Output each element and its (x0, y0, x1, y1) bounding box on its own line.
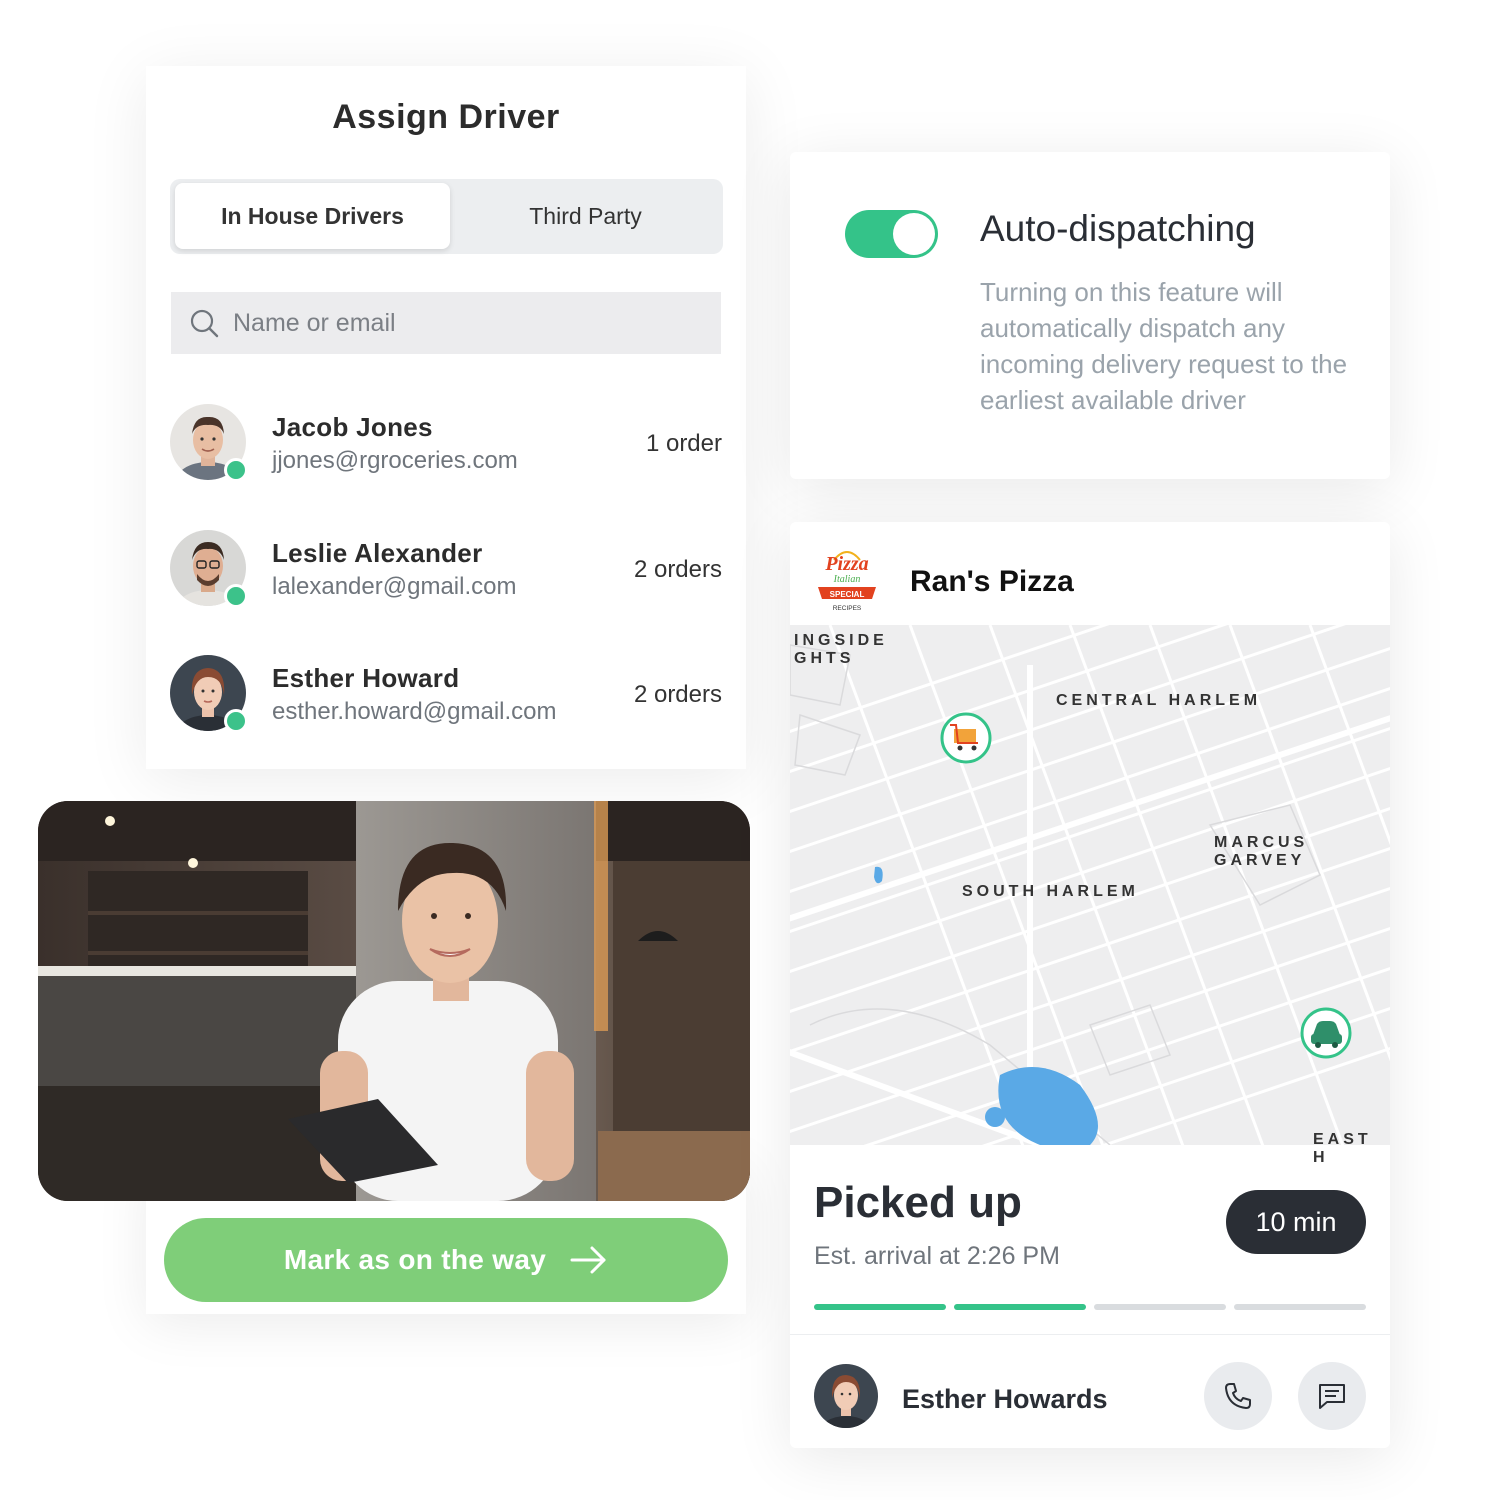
logo-badge: SPECIAL (830, 590, 865, 599)
store-name: Ran's Pizza (910, 565, 1074, 598)
map-label-heights: INGSIDE GHTS (794, 632, 888, 667)
cta-label: Mark as on the way (283, 1244, 547, 1275)
map-label-central-harlem: CENTRAL HARLEM (1056, 692, 1262, 709)
driver-order-count: 1 order (645, 430, 722, 457)
time-remaining-badge: 10 min (1226, 1190, 1366, 1254)
auto-dispatch-toggle[interactable] (845, 210, 938, 258)
progress-step (814, 1304, 946, 1310)
driver-order-count: 2 orders (633, 556, 722, 583)
logo-word: Pizza (824, 553, 868, 575)
map-label-south-harlem: SOUTH HARLEM (962, 883, 1139, 900)
pizza-logo-icon: Pizza Italian SPECIAL RECIPES (818, 551, 876, 612)
delivery-tracking-card: Pizza Italian SPECIAL RECIPES Ran's Pizz… (790, 522, 1390, 1448)
courier-name: Esther Howards (902, 1384, 1108, 1414)
driver-row-leslie-alexander[interactable]: Leslie Alexander lalexander@gmail.com 2 … (170, 530, 722, 610)
logo-sub: Italian (833, 574, 861, 585)
driver-email: lalexander@gmail.com (272, 573, 517, 600)
courier-avatar (814, 1364, 878, 1428)
driver-name: Jacob Jones (272, 412, 433, 442)
driver-tabs: In House Drivers Third Party (170, 179, 723, 254)
call-button[interactable] (1204, 1362, 1272, 1430)
driver-search (171, 292, 721, 354)
progress-step (1094, 1304, 1226, 1310)
driver-email: jjones@rgroceries.com (272, 447, 518, 474)
driver-order-count: 2 orders (633, 681, 722, 708)
auto-dispatch-description: Turning on this feature will automatical… (980, 277, 1348, 415)
eta-text: Est. arrival at 2:26 PM (814, 1242, 1060, 1270)
driver-name: Esther Howard (272, 663, 460, 693)
driver-email: esther.howard@gmail.com (272, 698, 557, 725)
online-status-dot (224, 709, 248, 733)
tab-third-party[interactable]: Third Party (453, 183, 718, 249)
auto-dispatching-card: Auto-dispatching Turning on this feature… (790, 152, 1390, 479)
driver-row-esther-howard[interactable]: Esther Howard esther.howard@gmail.com 2 … (170, 655, 722, 735)
phone-icon (1225, 1383, 1251, 1409)
chat-icon (1319, 1384, 1345, 1409)
assign-driver-title: Assign Driver (332, 98, 560, 136)
delivery-map[interactable]: INGSIDE GHTS CENTRAL HARLEM MARCUS GARVEY … (790, 625, 1390, 1166)
restaurant-staff-photo (38, 801, 750, 1201)
tab-in-house-drivers[interactable]: In House Drivers (175, 183, 450, 249)
delivery-progress (814, 1304, 1366, 1310)
map-label-marcus-garvey: MARCUS GARVEY (1214, 834, 1309, 869)
search-input[interactable] (233, 308, 683, 338)
logo-foot: RECIPES (833, 605, 862, 612)
progress-step (954, 1304, 1086, 1310)
auto-dispatch-title: Auto-dispatching (980, 208, 1256, 249)
driver-name: Leslie Alexander (272, 538, 483, 568)
search-icon (190, 309, 219, 338)
driver-row-jacob-jones[interactable]: Jacob Jones jjones@rgroceries.com 1 orde… (170, 404, 722, 484)
message-button[interactable] (1298, 1362, 1366, 1430)
map-label-east-harlem: EAST H (1313, 1131, 1372, 1166)
online-status-dot (224, 584, 248, 608)
delivery-status: Picked up (814, 1178, 1022, 1227)
arrow-right-icon (570, 1246, 606, 1274)
progress-step (1234, 1304, 1366, 1310)
divider (790, 1334, 1390, 1335)
mark-on-the-way-button[interactable]: Mark as on the way (164, 1218, 728, 1302)
online-status-dot (224, 458, 248, 482)
toggle-knob (893, 213, 935, 255)
